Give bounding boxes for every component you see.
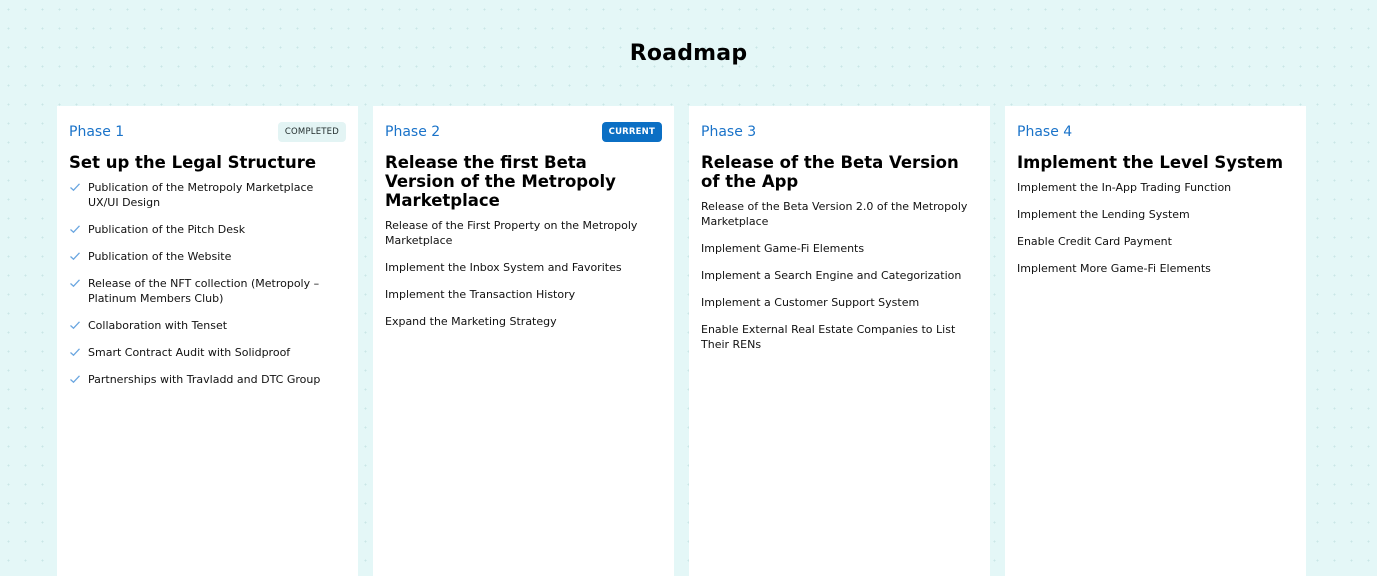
phase-title: Set up the Legal Structure (69, 153, 317, 172)
phase-items: Release of the First Property on the Met… (385, 218, 662, 329)
list-item: Release of the NFT collection (Metropoly… (69, 276, 346, 306)
check-icon (69, 373, 82, 385)
phase-card-3: Phase 3 Release of the Beta Version of t… (689, 106, 990, 576)
phase-card-4: Phase 4 Implement the Level System Imple… (1005, 106, 1306, 576)
check-icon (69, 346, 82, 358)
list-item: Enable External Real Estate Companies to… (701, 323, 956, 351)
list-item: Implement the Inbox System and Favorites (385, 261, 622, 274)
page-title: Roadmap (629, 40, 748, 66)
list-item: Publication of the Metropoly Marketplace… (69, 180, 346, 210)
list-item: Expand the Marketing Strategy (385, 315, 557, 328)
check-icon (69, 250, 82, 262)
list-item: Implement a Search Engine and Categoriza… (701, 269, 962, 282)
phase-title: Release of the Beta Version of the App (701, 153, 959, 191)
list-item: Implement the In-App Trading Function (1017, 181, 1232, 194)
phase-items: Release of the Beta Version 2.0 of the M… (701, 199, 978, 352)
list-item: Release of the First Property on the Met… (385, 219, 638, 247)
phase-items: Implement the In-App Trading Function Im… (1017, 180, 1294, 276)
list-item: Release of the Beta Version 2.0 of the M… (701, 200, 968, 228)
list-item: Implement Game-Fi Elements (701, 242, 865, 255)
list-item: Publication of the Pitch Desk (69, 222, 346, 237)
phase-label: Phase 3 (701, 124, 757, 140)
item-text: Release of the NFT collection (Metropoly… (88, 277, 320, 305)
item-text: Publication of the Pitch Desk (88, 223, 246, 236)
list-item: Enable Credit Card Payment (1017, 235, 1172, 248)
item-text: Partnerships with Travladd and DTC Group (88, 373, 321, 386)
check-icon (69, 319, 82, 331)
item-text: Publication of the Metropoly Marketplace… (88, 181, 314, 209)
list-item: Smart Contract Audit with Solidproof (69, 345, 346, 360)
phase-label: Phase 2 (385, 124, 441, 140)
check-icon (69, 223, 82, 235)
list-item: Implement More Game-Fi Elements (1017, 262, 1211, 275)
list-item: Collaboration with Tenset (69, 318, 346, 333)
phase-card-1: Phase 1 COMPLETED Set up the Legal Struc… (57, 106, 358, 576)
phase-label: Phase 1 (69, 124, 125, 140)
status-badge-current: CURRENT (601, 122, 662, 142)
list-item: Partnerships with Travladd and DTC Group (69, 372, 346, 387)
status-badge-completed: COMPLETED (277, 122, 346, 142)
item-text: Collaboration with Tenset (88, 319, 228, 332)
list-item: Publication of the Website (69, 249, 346, 264)
item-text: Publication of the Website (88, 250, 232, 263)
item-text: Smart Contract Audit with Solidproof (88, 346, 291, 359)
phase-label: Phase 4 (1017, 124, 1073, 140)
list-item: Implement the Lending System (1017, 208, 1190, 221)
phase-items: Publication of the Metropoly Marketplace… (69, 180, 346, 387)
check-icon (69, 181, 82, 193)
roadmap-cards: Phase 1 COMPLETED Set up the Legal Struc… (57, 106, 1306, 576)
list-item: Implement the Transaction History (385, 288, 576, 301)
phase-title: Release the first Beta Version of the Me… (385, 153, 616, 210)
phase-title: Implement the Level System (1017, 153, 1284, 172)
list-item: Implement a Customer Support System (701, 296, 920, 309)
phase-card-2: Phase 2 CURRENT Release the first Beta V… (373, 106, 674, 576)
check-icon (69, 277, 82, 289)
